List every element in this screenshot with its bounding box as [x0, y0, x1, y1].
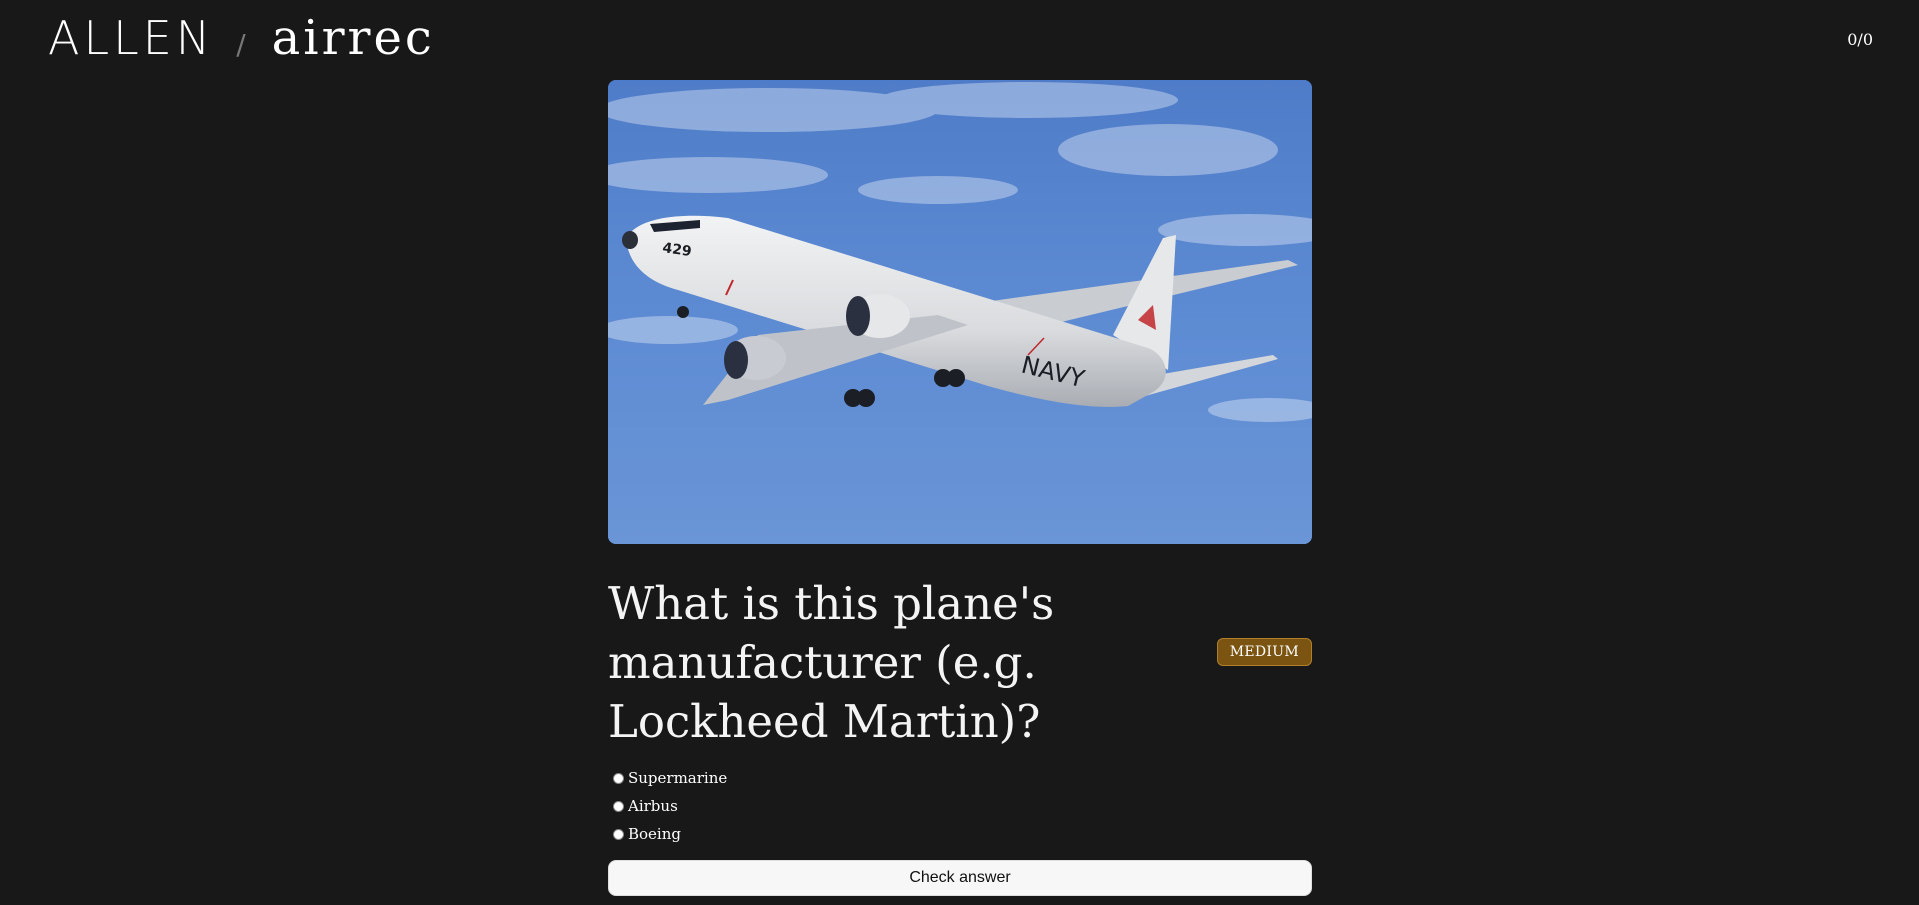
option-label: Boeing: [628, 825, 681, 843]
option-boeing[interactable]: Boeing: [613, 820, 1312, 848]
question-row: What is this plane's manufacturer (e.g. …: [608, 574, 1312, 750]
question-text: What is this plane's manufacturer (e.g. …: [608, 577, 1055, 748]
option-airbus[interactable]: Airbus: [613, 792, 1312, 820]
brand-separator: /: [236, 28, 246, 61]
quiz-card: 429 NAVY What is this plane's manufactur…: [608, 80, 1312, 896]
radio-button[interactable]: [613, 800, 624, 812]
aircraft-photo: 429 NAVY: [608, 80, 1312, 544]
option-label: Supermarine: [628, 769, 728, 787]
app-name: airrec: [271, 10, 435, 66]
brand-name: ALLEN: [48, 11, 215, 65]
difficulty-badge: MEDIUM: [1216, 638, 1312, 666]
check-answer-button[interactable]: Check answer: [608, 860, 1312, 896]
radio-button[interactable]: [613, 828, 624, 840]
radio-button[interactable]: [613, 772, 624, 784]
answer-options: Supermarine Airbus Boeing: [608, 764, 1312, 848]
score-counter: 0/0: [1847, 30, 1873, 49]
option-label: Airbus: [628, 797, 678, 815]
header: ALLEN / airrec 0/0: [0, 0, 1919, 78]
brand[interactable]: ALLEN / airrec: [48, 10, 435, 66]
option-supermarine[interactable]: Supermarine: [613, 764, 1312, 792]
